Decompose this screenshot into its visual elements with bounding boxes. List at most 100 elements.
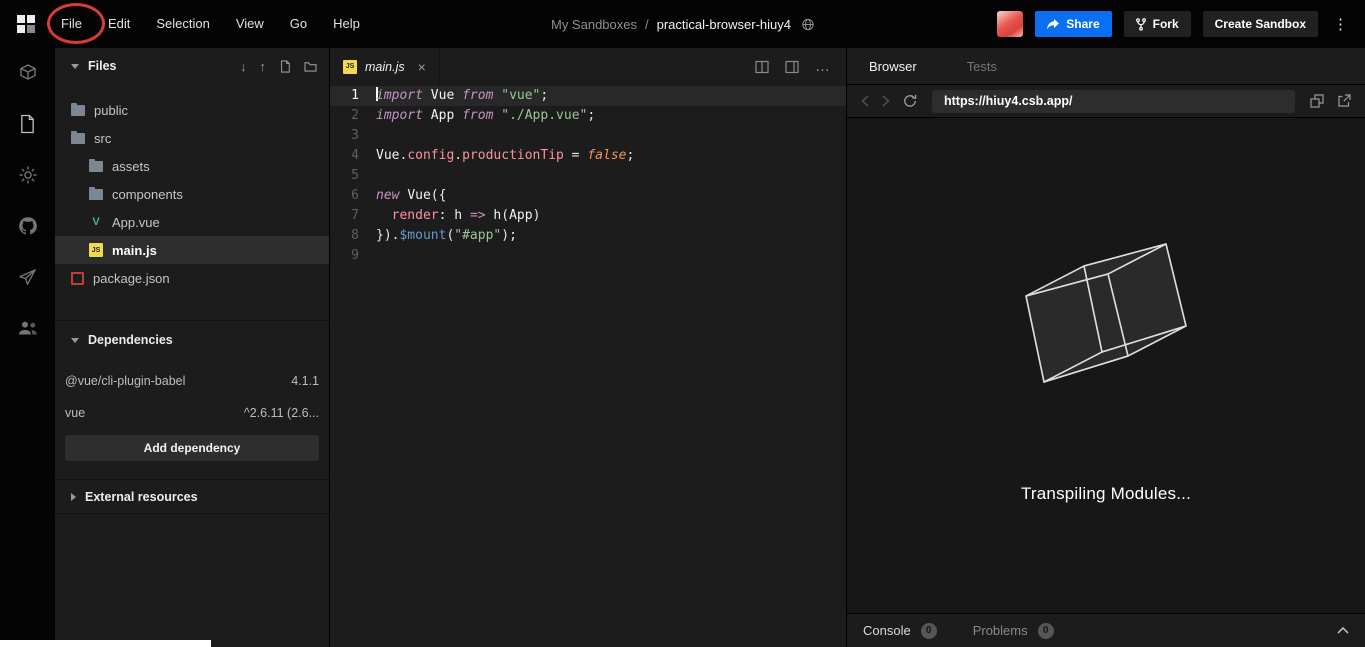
browser-navbar: https://hiuy4.csb.app/ bbox=[847, 85, 1365, 118]
vue-icon: V bbox=[92, 216, 100, 228]
file-assets[interactable]: assets bbox=[55, 152, 329, 180]
console-bar: Console 0 Problems 0 bbox=[847, 613, 1365, 647]
privacy-globe-icon[interactable] bbox=[801, 18, 814, 31]
share-button[interactable]: Share bbox=[1035, 11, 1112, 37]
problems-toggle[interactable]: Problems bbox=[973, 623, 1028, 638]
upload-icon[interactable]: ↑ bbox=[260, 59, 267, 74]
activity-bar bbox=[0, 48, 55, 647]
more-options-icon[interactable]: ⋮ bbox=[1330, 15, 1351, 33]
code-line-8[interactable]: 8}).$mount("#app"); bbox=[330, 226, 846, 246]
code-line-9[interactable]: 9 bbox=[330, 246, 846, 266]
code-line-6[interactable]: 6 new Vue({ bbox=[330, 186, 846, 206]
file-main-js[interactable]: JS main.js bbox=[55, 236, 329, 264]
address-bar[interactable]: https://hiuy4.csb.app/ bbox=[932, 89, 1295, 113]
horizontal-scrollbar-thumb[interactable] bbox=[0, 640, 211, 647]
npm-icon bbox=[71, 271, 84, 285]
codesandbox-logo[interactable] bbox=[14, 12, 38, 36]
create-sandbox-button[interactable]: Create Sandbox bbox=[1202, 11, 1318, 37]
add-dependency-button[interactable]: Add dependency bbox=[65, 435, 319, 461]
sandbox-cube-icon[interactable] bbox=[17, 62, 39, 84]
file-label: src bbox=[94, 130, 112, 146]
dependencies-header[interactable]: Dependencies bbox=[55, 321, 329, 359]
code-line-5[interactable]: 5 bbox=[330, 166, 846, 186]
fork-button[interactable]: Fork bbox=[1123, 11, 1191, 37]
split-vertical-icon[interactable] bbox=[755, 60, 769, 74]
share-arrow-icon bbox=[1047, 18, 1060, 29]
breadcrumb: My Sandboxes / practical-browser-hiuy4 bbox=[551, 0, 814, 48]
open-external-icon[interactable] bbox=[1337, 94, 1351, 108]
new-folder-icon[interactable] bbox=[304, 61, 317, 72]
folder-icon bbox=[71, 103, 85, 116]
file-components[interactable]: components bbox=[55, 180, 329, 208]
live-collaboration-icon[interactable] bbox=[17, 317, 39, 339]
line-number: 9 bbox=[351, 248, 359, 263]
menu-go[interactable]: Go bbox=[277, 0, 320, 48]
menu-edit[interactable]: Edit bbox=[95, 0, 143, 48]
line-number: 3 bbox=[351, 128, 359, 143]
dependency-name: @vue/cli-plugin-babel bbox=[65, 374, 186, 388]
close-tab-icon[interactable]: × bbox=[418, 59, 426, 75]
menu-selection[interactable]: Selection bbox=[143, 0, 222, 48]
line-number: 5 bbox=[351, 168, 359, 183]
file-explorer-icon[interactable] bbox=[17, 113, 39, 135]
avatar[interactable] bbox=[997, 11, 1024, 37]
line-number: 8 bbox=[351, 228, 359, 243]
code-editor[interactable]: 1 import Vue from "vue"; 2 import App from … bbox=[330, 85, 846, 647]
dependencies-section: Dependencies @vue/cli-plugin-babel 4.1.1 v… bbox=[55, 321, 329, 480]
expand-console-icon[interactable] bbox=[1337, 627, 1349, 634]
browser-preview: Transpiling Modules... bbox=[847, 118, 1365, 613]
workspace: Files ↓ ↑ public src assets components V App.… bbox=[0, 48, 1365, 647]
code-line-1[interactable]: 1 import Vue from "vue"; bbox=[330, 86, 846, 106]
code-line-7[interactable]: 7 render: h => h(App) bbox=[330, 206, 846, 226]
status-text: Transpiling Modules... bbox=[1020, 484, 1192, 503]
fork-icon bbox=[1135, 17, 1146, 31]
editor-tab-actions: … bbox=[755, 58, 846, 75]
line-text: Vue.config.productionTip = false; bbox=[376, 148, 635, 163]
js-icon: JS bbox=[89, 243, 103, 257]
js-file-icon: JS bbox=[343, 59, 357, 74]
files-header[interactable]: Files ↓ ↑ bbox=[55, 48, 329, 84]
github-icon[interactable] bbox=[17, 215, 39, 237]
folder-icon bbox=[71, 131, 85, 144]
export-sandbox-icon[interactable]: ↓ bbox=[240, 59, 247, 74]
editor-tab-main-js[interactable]: JS main.js × bbox=[330, 48, 440, 85]
file-public[interactable]: public bbox=[55, 96, 329, 124]
menu-view[interactable]: View bbox=[223, 0, 277, 48]
back-icon[interactable] bbox=[861, 95, 869, 107]
chevron-down-icon bbox=[71, 63, 79, 69]
menu-help[interactable]: Help bbox=[320, 0, 373, 48]
preview-tabs: Browser Tests bbox=[847, 48, 1365, 85]
files-header-actions: ↓ ↑ bbox=[240, 59, 317, 74]
folder-icon bbox=[89, 159, 103, 172]
dependency-version: ^2.6.11 (2.6... bbox=[243, 406, 319, 420]
file-app-vue[interactable]: V App.vue bbox=[55, 208, 329, 236]
menu-file[interactable]: File bbox=[48, 0, 95, 48]
tab-tests[interactable]: Tests bbox=[967, 59, 997, 74]
code-line-2[interactable]: 2 import App from "./App.vue"; bbox=[330, 106, 846, 126]
forward-icon[interactable] bbox=[882, 95, 890, 107]
line-number: 7 bbox=[351, 208, 359, 223]
dependency-row[interactable]: @vue/cli-plugin-babel 4.1.1 bbox=[55, 365, 329, 397]
editor-more-icon[interactable]: … bbox=[815, 58, 831, 75]
console-toggle[interactable]: Console bbox=[863, 623, 911, 638]
breadcrumb-my-sandboxes[interactable]: My Sandboxes bbox=[551, 17, 637, 32]
new-file-icon[interactable] bbox=[279, 59, 291, 73]
sandbox-title: practical-browser-hiuy4 bbox=[656, 16, 792, 32]
refresh-icon[interactable] bbox=[903, 94, 917, 108]
deploy-rocket-icon[interactable] bbox=[17, 266, 39, 288]
wireframe-cube bbox=[1025, 243, 1187, 383]
responsive-preview-icon[interactable] bbox=[1310, 94, 1324, 108]
chevron-right-icon bbox=[71, 492, 76, 501]
layout-panes-icon[interactable] bbox=[785, 60, 799, 74]
code-line-3[interactable]: 3 bbox=[330, 126, 846, 146]
file-label: assets bbox=[112, 158, 150, 174]
settings-gear-icon[interactable] bbox=[17, 164, 39, 186]
dependency-row[interactable]: vue ^2.6.11 (2.6... bbox=[55, 397, 329, 429]
dependencies-list: @vue/cli-plugin-babel 4.1.1 vue ^2.6.11 (2.… bbox=[55, 359, 329, 429]
file-src[interactable]: src bbox=[55, 124, 329, 152]
line-text: import Vue from "vue"; bbox=[376, 87, 549, 103]
file-package-json[interactable]: package.json bbox=[55, 264, 329, 292]
code-line-4[interactable]: 4 Vue.config.productionTip = false; bbox=[330, 146, 846, 166]
tab-browser[interactable]: Browser bbox=[869, 59, 917, 74]
external-resources-header[interactable]: External resources bbox=[55, 480, 329, 514]
